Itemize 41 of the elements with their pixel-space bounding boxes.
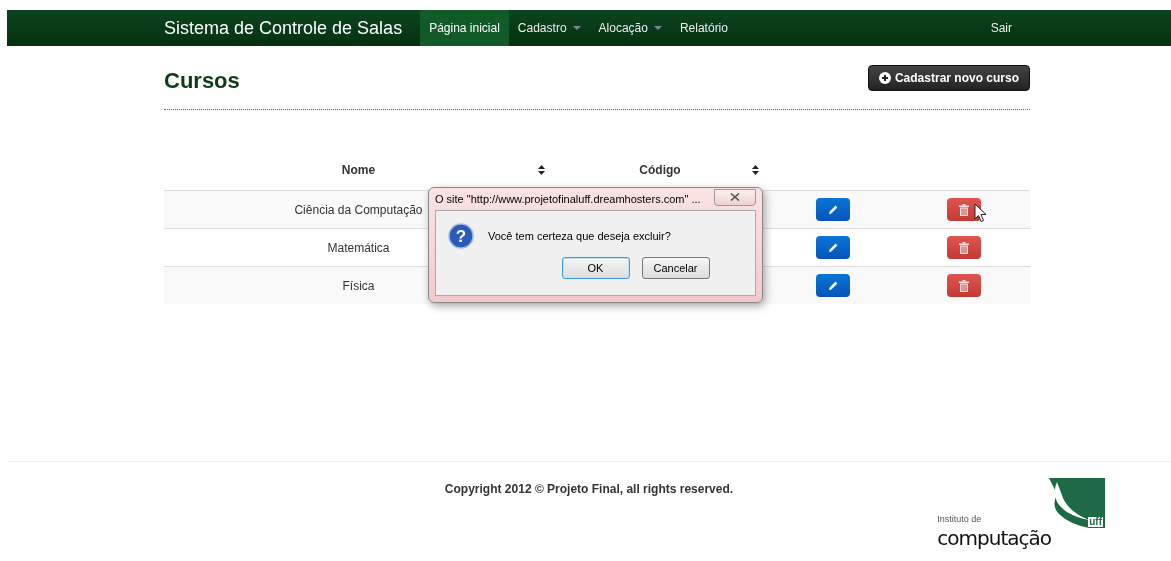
- edit-button[interactable]: [815, 198, 850, 221]
- trash-icon: [959, 203, 969, 216]
- nav-item[interactable]: Página inicial: [420, 10, 509, 46]
- plus-circle-icon: [878, 72, 891, 84]
- logo-title: computação: [937, 526, 1051, 550]
- edit-button[interactable]: [815, 274, 850, 297]
- brand-title[interactable]: Sistema de Controle de Salas: [164, 10, 403, 46]
- trash-icon: [959, 279, 969, 292]
- logo-emblem: uff: [1049, 478, 1105, 528]
- delete-button[interactable]: [947, 198, 981, 221]
- table-cell: Matemática: [327, 240, 390, 255]
- add-course-button[interactable]: Cadastrar novo curso: [867, 65, 1030, 91]
- close-button[interactable]: [714, 188, 756, 206]
- edit-button[interactable]: [815, 236, 850, 259]
- table-cell: Física: [342, 278, 375, 293]
- nav-item[interactable]: Alocação: [589, 10, 671, 46]
- column-header[interactable]: Código: [639, 163, 681, 177]
- caret-icon: [572, 26, 581, 30]
- sort-icon[interactable]: [752, 165, 759, 175]
- delete-button[interactable]: [947, 236, 981, 259]
- logout-link[interactable]: Sair: [981, 10, 1021, 46]
- copyright-text: Copyright 2012 © Projeto Final, all rights reserved.: [443, 482, 735, 496]
- logo-text: Instituto de: [937, 514, 982, 524]
- table-cell: Ciência da Computação: [294, 202, 423, 217]
- question-icon: ?: [448, 223, 474, 249]
- pencil-icon: [826, 241, 839, 254]
- trash-icon: [959, 241, 969, 254]
- close-icon: [730, 193, 740, 201]
- nav-item[interactable]: Relatório: [670, 10, 737, 46]
- dialog-message: Você tem certeza que deseja excluir?: [488, 230, 671, 242]
- delete-button[interactable]: [947, 274, 981, 297]
- pencil-icon: [826, 279, 839, 292]
- caret-icon: [653, 26, 662, 30]
- dialog-button[interactable]: Cancelar: [641, 257, 710, 279]
- sort-icon[interactable]: [538, 165, 545, 175]
- column-header[interactable]: Nome: [341, 163, 376, 177]
- nav-item[interactable]: Cadastro: [508, 10, 590, 46]
- page-title: Cursos: [164, 67, 240, 95]
- pencil-icon: [826, 203, 839, 216]
- dialog-title: O site "http://www.projetofinaluff.dreamhosters.com" ...: [435, 193, 701, 205]
- dialog-button[interactable]: OK: [561, 257, 630, 279]
